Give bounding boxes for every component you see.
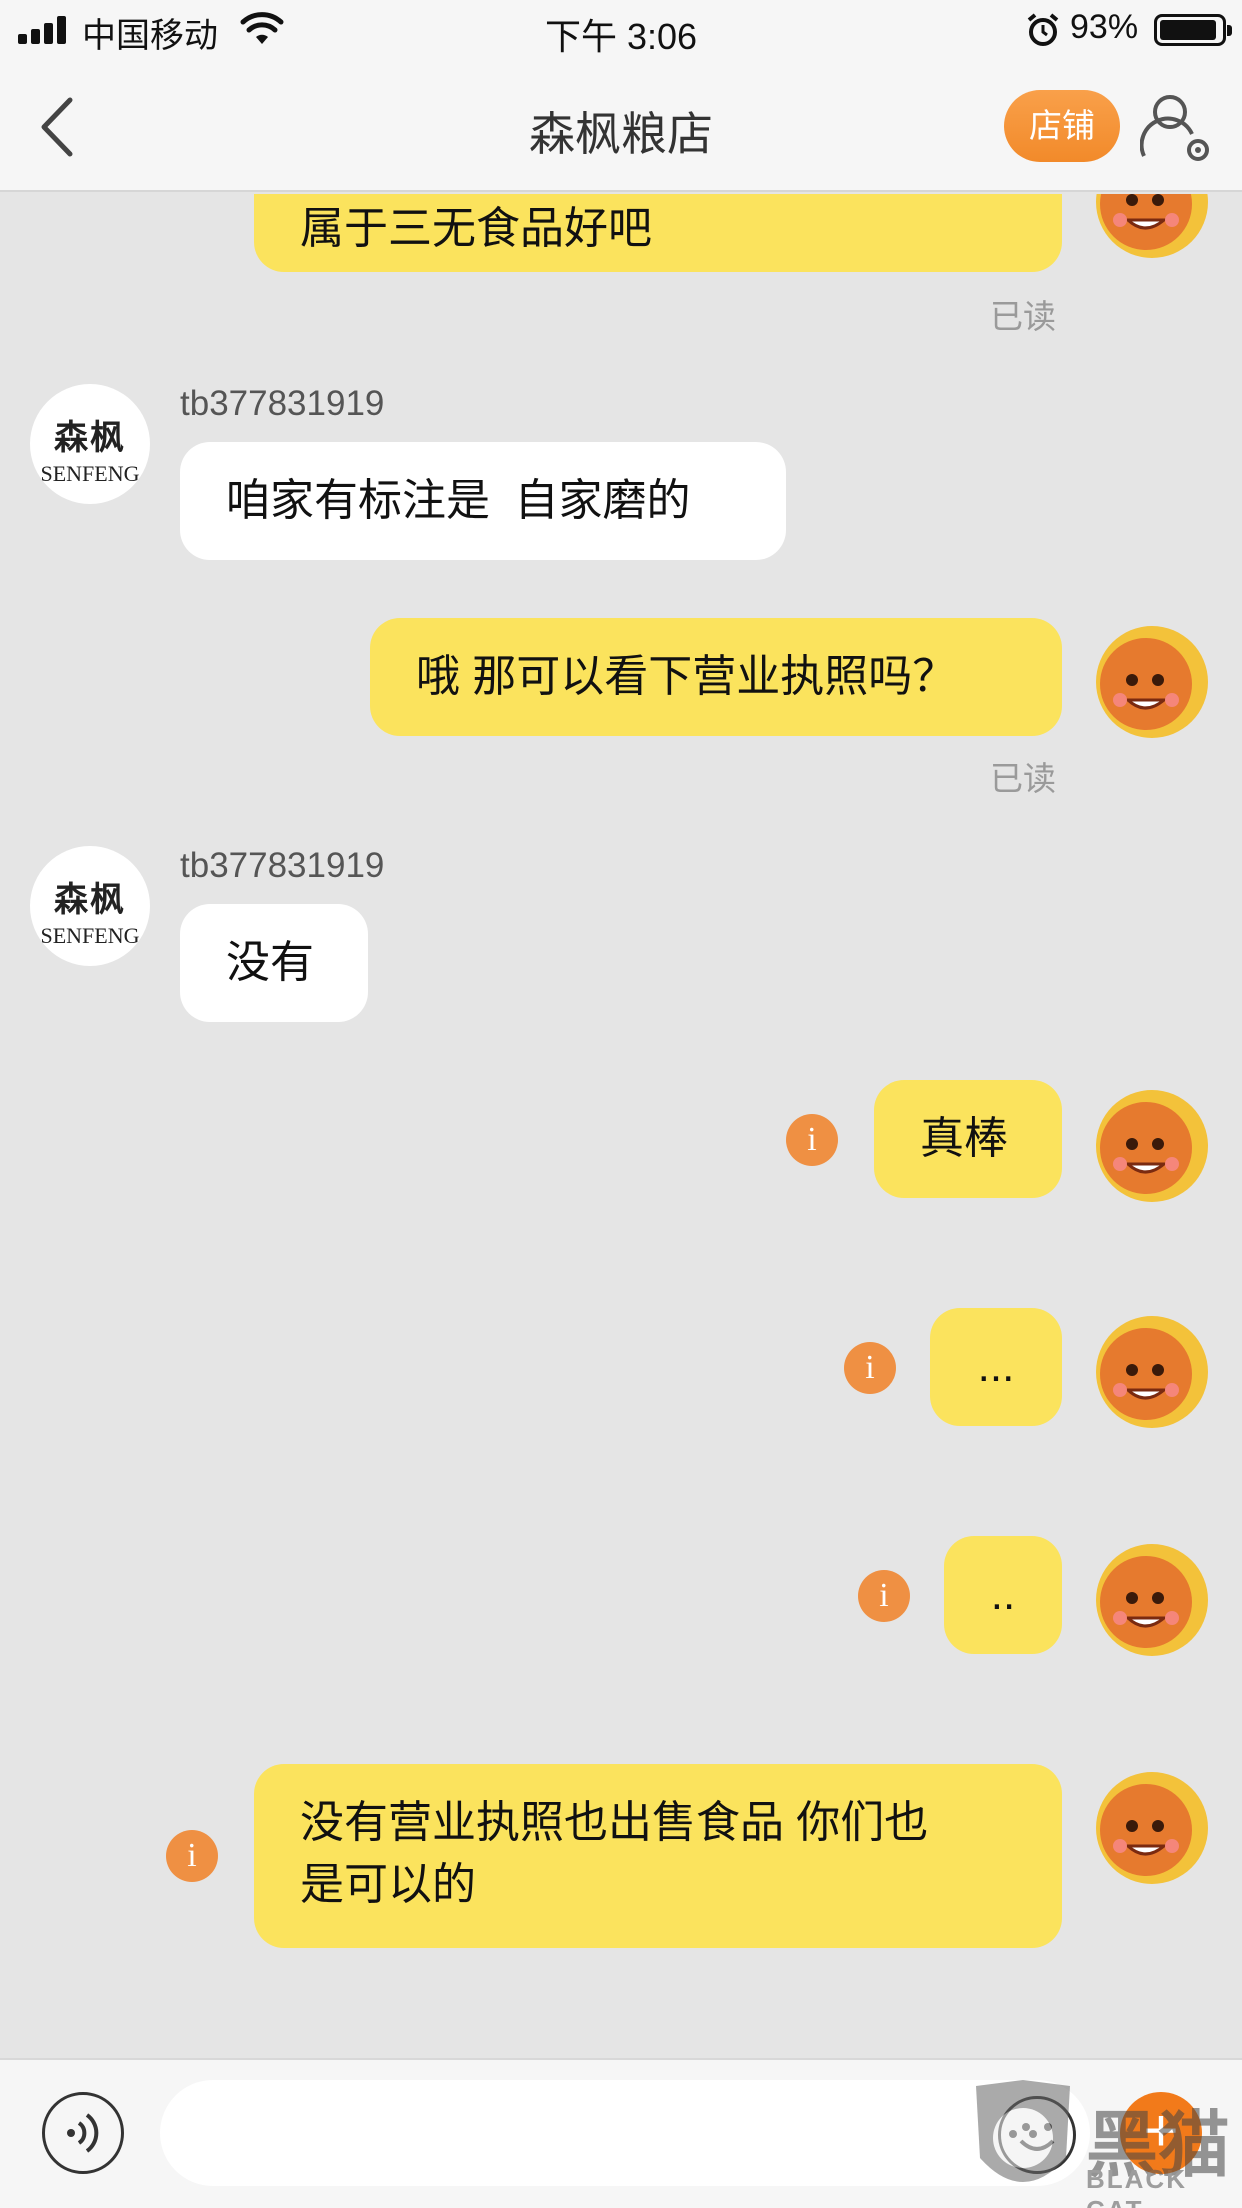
- battery-percent: 93%: [1070, 8, 1139, 46]
- message-bubble-outgoing[interactable]: ...: [930, 1308, 1062, 1426]
- voice-icon[interactable]: [42, 2092, 124, 2174]
- info-icon[interactable]: i: [786, 1114, 838, 1166]
- message-bubble-outgoing[interactable]: 真棒: [874, 1080, 1062, 1198]
- alarm-icon: [1027, 13, 1059, 46]
- read-status: 已读: [990, 298, 1056, 335]
- store-button[interactable]: 店铺: [1004, 90, 1120, 162]
- user-avatar[interactable]: [1080, 608, 1220, 748]
- shop-avatar-cn: 森枫: [54, 418, 126, 458]
- message-input[interactable]: [160, 2080, 1090, 2186]
- message-bubble-outgoing[interactable]: 属于三无食品好吧: [254, 194, 1062, 272]
- message-text-line: 没有营业执照也出售食品 你们也: [300, 1798, 929, 1847]
- read-status: 已读: [990, 760, 1056, 797]
- battery-icon: [1154, 14, 1232, 46]
- status-bar: 中国移动 下午 3:06 93%: [0, 0, 1242, 60]
- user-avatar[interactable]: [1080, 1298, 1220, 1438]
- info-icon[interactable]: i: [166, 1830, 218, 1882]
- battery-level: [1160, 20, 1216, 40]
- watermark-logo: 黑猫 BLACK CAT: [968, 2078, 1238, 2208]
- profile-settings-icon[interactable]: [1140, 90, 1214, 164]
- sender-name: tb377831919: [180, 384, 385, 423]
- shop-avatar-en: SENFENG: [40, 461, 140, 486]
- shop-avatar-cn: 森枫: [54, 880, 126, 920]
- message-text: 属于三无食品好吧: [300, 204, 652, 253]
- user-avatar[interactable]: [1080, 1072, 1220, 1212]
- message-text: 真棒: [920, 1114, 1008, 1163]
- message-text: 咱家有标注是 自家磨的: [226, 476, 691, 525]
- user-avatar[interactable]: [1080, 1754, 1220, 1894]
- info-icon[interactable]: i: [844, 1342, 896, 1394]
- voice-wave-icon: [67, 2113, 99, 2153]
- message-text: 哦 那可以看下营业执照吗？: [416, 652, 957, 701]
- shop-avatar[interactable]: 森枫 SENFENG: [30, 846, 150, 966]
- nav-bar: 森枫粮店 店铺: [0, 60, 1242, 192]
- cat-shield-icon: [976, 2080, 1070, 2182]
- message-text: 没有: [226, 938, 314, 987]
- shop-avatar[interactable]: 森枫 SENFENG: [30, 384, 150, 504]
- message-text-line: 是可以的: [300, 1860, 476, 1909]
- message-bubble-outgoing[interactable]: 哦 那可以看下营业执照吗？: [370, 618, 1062, 736]
- message-bubble-incoming[interactable]: 没有: [180, 904, 368, 1022]
- message-text: ..: [990, 1570, 1016, 1619]
- chat-area[interactable]: 属于三无食品好吧 已读 森枫 SENFENG tb377831919 咱家有标注…: [0, 194, 1242, 2058]
- user-avatar[interactable]: [1080, 194, 1220, 268]
- message-bubble-outgoing[interactable]: 没有营业执照也出售食品 你们也 是可以的: [254, 1764, 1062, 1948]
- shop-avatar-en: SENFENG: [40, 923, 140, 948]
- watermark-en: BLACK CAT: [1086, 2164, 1187, 2208]
- message-bubble-incoming[interactable]: 咱家有标注是 自家磨的: [180, 442, 786, 560]
- message-text: ...: [977, 1342, 1015, 1391]
- sender-name: tb377831919: [180, 846, 385, 885]
- user-avatar[interactable]: [1080, 1526, 1220, 1666]
- message-bubble-outgoing[interactable]: ..: [944, 1536, 1062, 1654]
- info-icon[interactable]: i: [858, 1570, 910, 1622]
